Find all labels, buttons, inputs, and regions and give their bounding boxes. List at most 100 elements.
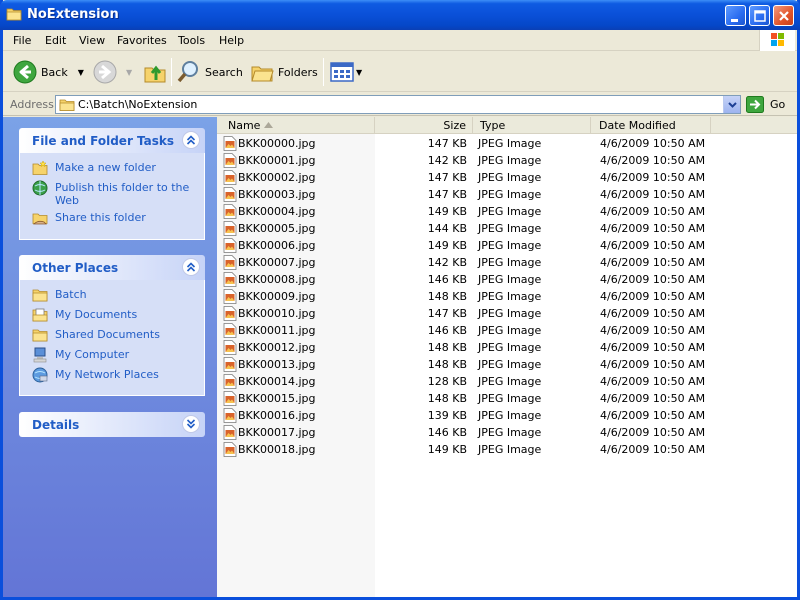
task-label: Publish this folder to the Web — [55, 181, 190, 207]
file-name: BKK00012.jpg — [238, 341, 316, 354]
close-button[interactable] — [773, 5, 794, 26]
back-button[interactable]: Back ▼ — [13, 52, 84, 92]
file-row[interactable]: BKK00016.jpg 139 KB JPEG Image 4/6/2009 10:… — [217, 407, 797, 424]
file-row[interactable]: BKK00009.jpg 148 KB JPEG Image 4/6/2009 10:… — [217, 288, 797, 305]
place-my-documents[interactable]: My Documents — [20, 306, 204, 326]
file-date-modified: 4/6/2009 10:50 AM — [600, 188, 706, 201]
file-row[interactable]: BKK00006.jpg 149 KB JPEG Image 4/6/2009 10:… — [217, 237, 797, 254]
file-size: 147 KB — [427, 307, 467, 320]
file-row[interactable]: BKK00004.jpg 149 KB JPEG Image 4/6/2009 10:… — [217, 203, 797, 220]
address-label: Address — [10, 98, 54, 111]
column-header-name[interactable]: Name — [217, 117, 375, 134]
menu-view[interactable]: View — [79, 34, 105, 47]
expand-button[interactable] — [182, 415, 200, 433]
file-row[interactable]: BKK00010.jpg 147 KB JPEG Image 4/6/2009 10:… — [217, 305, 797, 322]
forward-dropdown-icon[interactable]: ▼ — [126, 68, 132, 77]
column-header-type[interactable]: Type — [473, 117, 591, 134]
column-header-size[interactable]: Size — [375, 117, 473, 134]
file-row[interactable]: BKK00013.jpg 148 KB JPEG Image 4/6/2009 10:… — [217, 356, 797, 373]
file-row[interactable]: BKK00002.jpg 147 KB JPEG Image 4/6/2009 10:… — [217, 169, 797, 186]
file-row[interactable]: BKK00012.jpg 148 KB JPEG Image 4/6/2009 10:… — [217, 339, 797, 356]
collapse-button[interactable] — [182, 131, 200, 149]
file-type: JPEG Image — [478, 324, 542, 337]
globe-icon — [32, 180, 48, 196]
file-row[interactable]: BKK00014.jpg 128 KB JPEG Image 4/6/2009 10:… — [217, 373, 797, 390]
file-size: 144 KB — [427, 222, 467, 235]
menu-favorites[interactable]: Favorites — [117, 34, 167, 47]
file-type: JPEG Image — [478, 392, 542, 405]
task-make-new-folder[interactable]: Make a new folder — [20, 159, 204, 179]
views-button[interactable]: ▼ — [330, 52, 362, 92]
file-row[interactable]: BKK00003.jpg 147 KB JPEG Image 4/6/2009 10:… — [217, 186, 797, 203]
file-row[interactable]: BKK00005.jpg 144 KB JPEG Image 4/6/2009 10:… — [217, 220, 797, 237]
menu-edit[interactable]: Edit — [45, 34, 66, 47]
address-input[interactable]: C:\Batch\NoExtension — [55, 95, 741, 114]
double-chevron-up-icon — [186, 262, 196, 272]
file-size: 147 KB — [427, 171, 467, 184]
file-size: 148 KB — [427, 392, 467, 405]
details-panel: Details — [19, 412, 205, 437]
panel-title: Other Places — [32, 261, 119, 275]
file-row[interactable]: BKK00007.jpg 142 KB JPEG Image 4/6/2009 10:… — [217, 254, 797, 271]
jpeg-file-icon — [223, 306, 237, 321]
column-header-label: Date Modified — [599, 119, 676, 132]
place-shared-documents[interactable]: Shared Documents — [20, 326, 204, 346]
forward-button[interactable]: ▼ — [93, 52, 132, 92]
file-date-modified: 4/6/2009 10:50 AM — [600, 307, 706, 320]
file-row[interactable]: BKK00001.jpg 142 KB JPEG Image 4/6/2009 10:… — [217, 152, 797, 169]
views-dropdown-icon[interactable]: ▼ — [356, 68, 362, 77]
file-date-modified: 4/6/2009 10:50 AM — [600, 290, 706, 303]
place-label: My Network Places — [55, 368, 159, 381]
go-label: Go — [770, 98, 786, 111]
address-dropdown-button[interactable] — [723, 96, 740, 113]
file-row[interactable]: BKK00017.jpg 146 KB JPEG Image 4/6/2009 10:… — [217, 424, 797, 441]
place-label: My Documents — [55, 308, 138, 321]
search-button[interactable]: Search — [177, 52, 243, 92]
title-bar[interactable]: NoExtension — [0, 0, 800, 30]
task-share-folder[interactable]: Share this folder — [20, 209, 204, 229]
jpeg-file-icon — [223, 272, 237, 287]
minimize-button[interactable] — [725, 5, 746, 26]
panel-header[interactable]: Details — [19, 412, 205, 437]
go-button[interactable]: Go — [746, 95, 785, 114]
menu-help[interactable]: Help — [219, 34, 244, 47]
file-row[interactable]: BKK00008.jpg 146 KB JPEG Image 4/6/2009 10:… — [217, 271, 797, 288]
toolbar-separator — [171, 58, 172, 86]
back-dropdown-icon[interactable]: ▼ — [78, 68, 84, 77]
menu-file[interactable]: File — [13, 34, 31, 47]
file-name: BKK00005.jpg — [238, 222, 316, 235]
column-header-label: Type — [480, 119, 506, 132]
menu-tools[interactable]: Tools — [178, 34, 205, 47]
folder-up-icon — [144, 65, 166, 83]
file-name: BKK00017.jpg — [238, 426, 316, 439]
file-row[interactable]: BKK00011.jpg 146 KB JPEG Image 4/6/2009 10:… — [217, 322, 797, 339]
collapse-button[interactable] — [182, 258, 200, 276]
place-my-network-places[interactable]: My Network Places — [20, 366, 204, 386]
file-name: BKK00014.jpg — [238, 375, 316, 388]
views-icon — [330, 62, 354, 82]
file-row[interactable]: BKK00000.jpg 147 KB JPEG Image 4/6/2009 10:… — [217, 135, 797, 152]
file-type: JPEG Image — [478, 222, 542, 235]
panel-header[interactable]: File and Folder Tasks — [19, 128, 205, 153]
file-row[interactable]: BKK00018.jpg 149 KB JPEG Image 4/6/2009 10:… — [217, 441, 797, 458]
task-publish-folder[interactable]: Publish this folder to the Web — [20, 179, 204, 209]
explorer-window: NoExtension File Edit View Favorites Too… — [0, 0, 800, 600]
place-my-computer[interactable]: My Computer — [20, 346, 204, 366]
column-header-date-modified[interactable]: Date Modified — [591, 117, 711, 134]
share-folder-icon — [32, 213, 48, 225]
place-batch[interactable]: Batch — [20, 286, 204, 306]
folders-button[interactable]: Folders — [250, 52, 318, 92]
jpeg-file-icon — [223, 153, 237, 168]
jpeg-file-icon — [223, 136, 237, 151]
new-folder-icon — [32, 160, 48, 175]
maximize-button[interactable] — [749, 5, 770, 26]
search-label: Search — [205, 65, 243, 79]
folder-icon — [32, 289, 48, 302]
panel-header[interactable]: Other Places — [19, 255, 205, 280]
file-type: JPEG Image — [478, 341, 542, 354]
file-list-view[interactable]: Name Size Type Date Modified BKK00000.jp… — [217, 117, 797, 597]
file-row[interactable]: BKK00015.jpg 148 KB JPEG Image 4/6/2009 10:… — [217, 390, 797, 407]
file-date-modified: 4/6/2009 10:50 AM — [600, 358, 706, 371]
up-folder-button[interactable] — [143, 52, 167, 92]
file-name: BKK00006.jpg — [238, 239, 316, 252]
